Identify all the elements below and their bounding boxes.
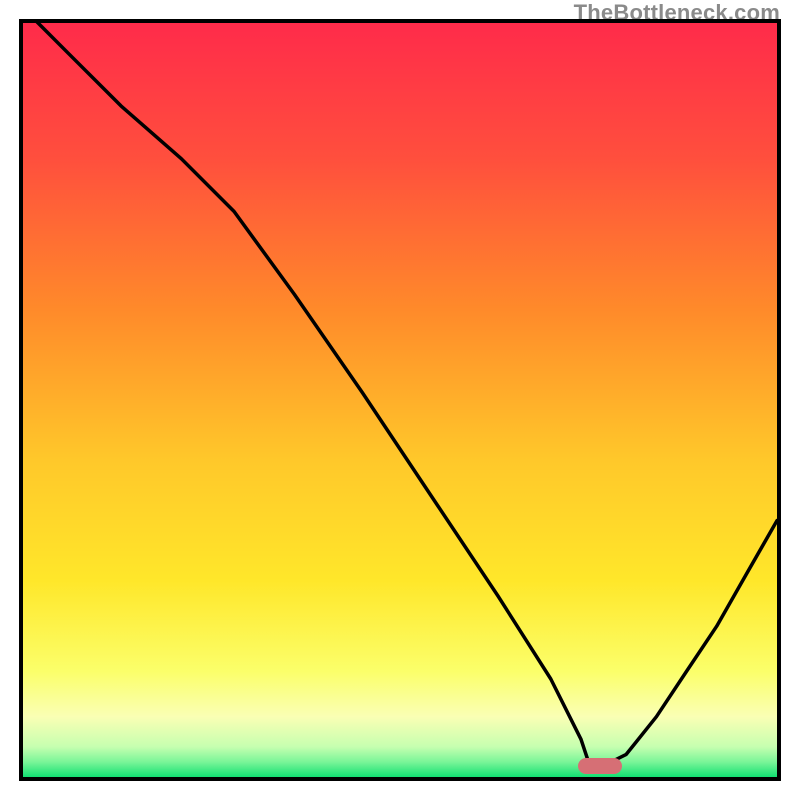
chart-frame [19, 19, 781, 781]
optimum-marker [578, 758, 622, 774]
chart-background [23, 23, 777, 777]
